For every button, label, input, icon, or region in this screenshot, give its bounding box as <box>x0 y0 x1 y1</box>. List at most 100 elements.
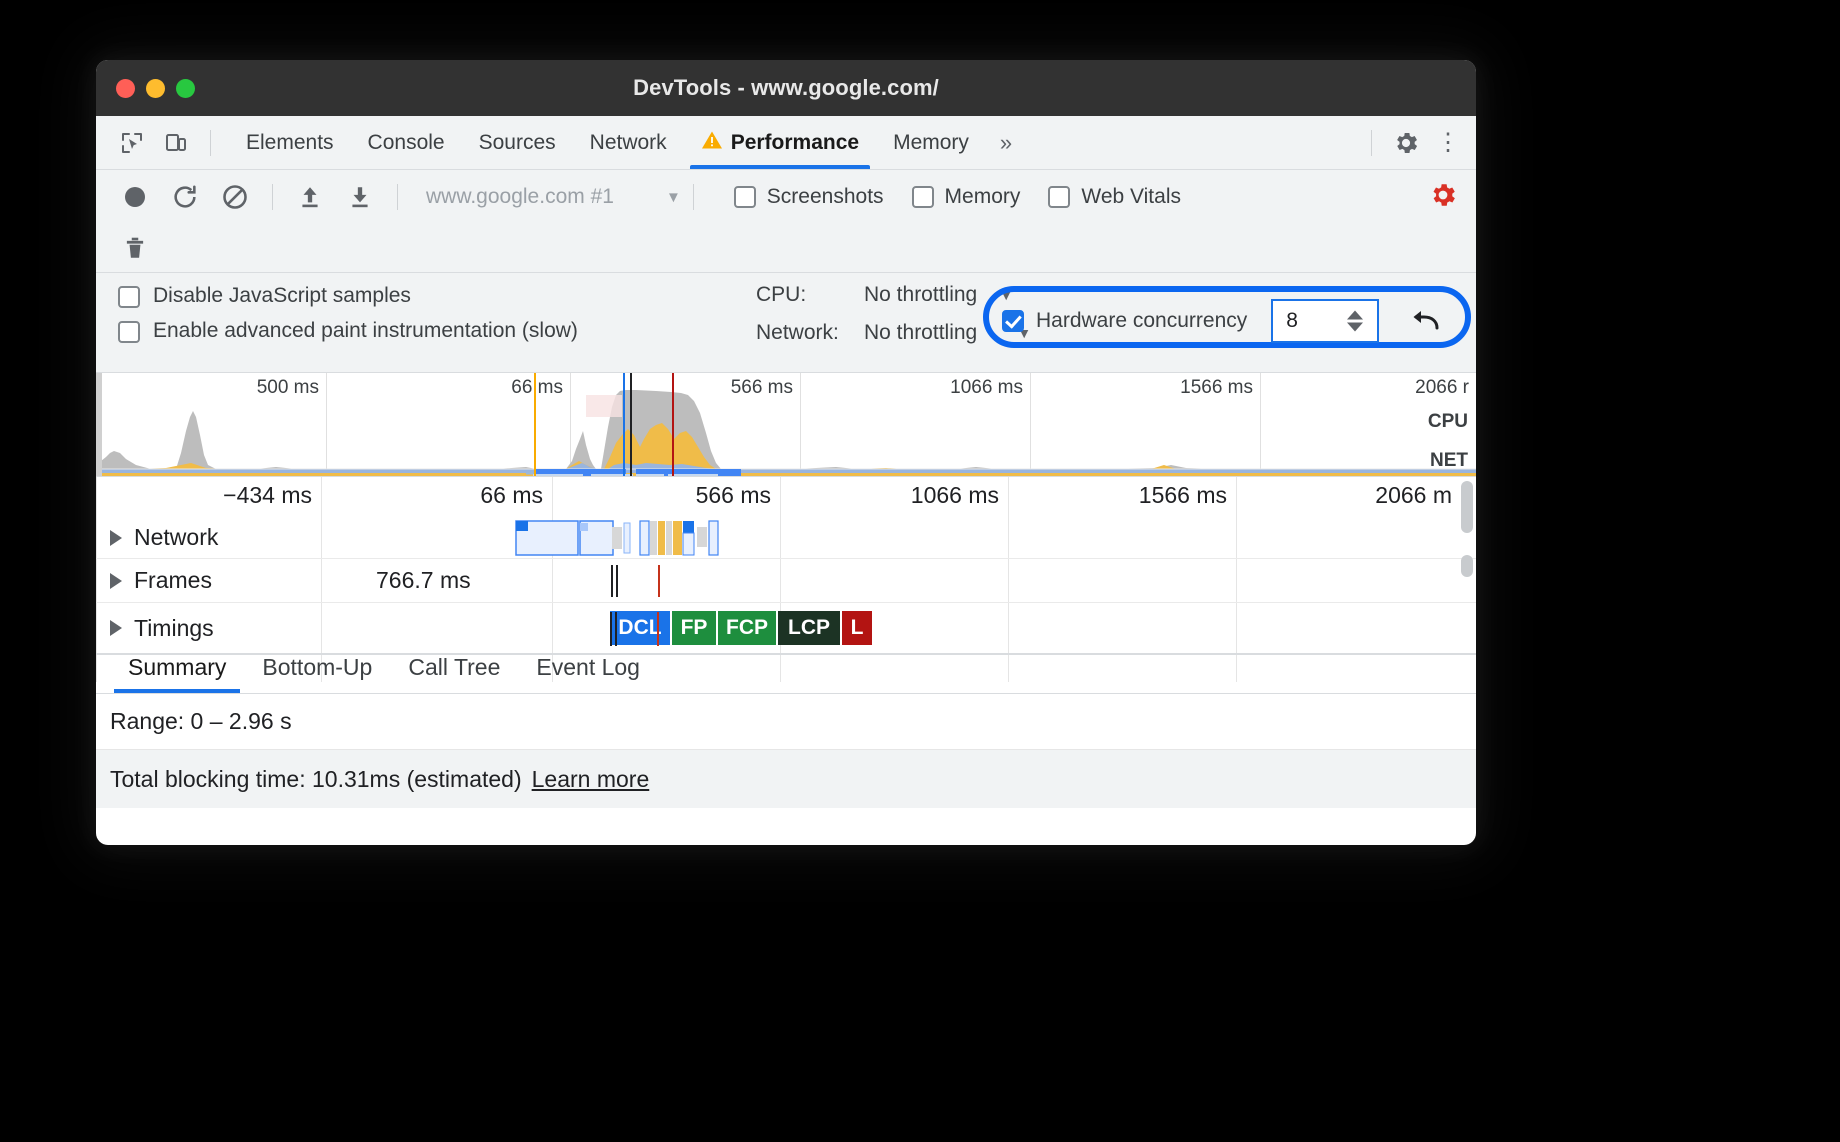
disable-js-samples-label: Disable JavaScript samples <box>153 283 411 310</box>
hardware-concurrency-value: 8 <box>1286 309 1298 333</box>
more-options-icon[interactable]: ⋮ <box>1428 128 1476 157</box>
network-throttling-value[interactable]: No throttling <box>864 321 977 345</box>
details-tab-summary[interactable]: Summary <box>110 642 244 693</box>
tab-sources[interactable]: Sources <box>462 116 573 169</box>
undo-arrow-icon[interactable] <box>1407 304 1443 339</box>
capture-settings-left: Disable JavaScript samples Enable advanc… <box>118 283 678 353</box>
tab-memory-label: Memory <box>893 131 969 155</box>
capture-settings-gear-icon[interactable] <box>1428 180 1458 215</box>
actions-divider <box>1371 130 1372 156</box>
timing-badge-fcp[interactable]: FCP <box>718 611 776 645</box>
timeline-tracks: −434 ms 66 ms 566 ms 1066 ms 1566 ms 206… <box>96 477 1476 642</box>
traffic-lights <box>116 79 195 98</box>
track-row-frames[interactable]: Frames 766.7 ms <box>96 559 1476 603</box>
window-titlebar: DevTools - www.google.com/ <box>96 60 1476 116</box>
maximize-button[interactable] <box>176 79 195 98</box>
minimize-button[interactable] <box>146 79 165 98</box>
record-toolbar-row-1: www.google.com #1 ▼ Screenshots Memory W… <box>110 170 1476 224</box>
total-blocking-time-label: Total blocking time: 10.31ms (estimated) <box>110 766 522 793</box>
tabbar-divider <box>210 130 211 156</box>
total-blocking-time-row: Total blocking time: 10.31ms (estimated)… <box>96 750 1476 808</box>
track-row-network[interactable]: Network <box>96 517 1476 559</box>
overview-marker-fp <box>534 373 536 476</box>
hardware-concurrency-input[interactable]: 8 <box>1271 299 1379 343</box>
overview-screenshot-strip <box>586 395 622 417</box>
clear-icon[interactable] <box>210 176 260 218</box>
timeline-tick-label-3: 1066 ms <box>911 482 999 509</box>
hardware-concurrency-checkbox[interactable] <box>1002 310 1024 332</box>
timeline-tick-label-1: 66 ms <box>480 482 543 509</box>
tab-sources-label: Sources <box>479 131 556 155</box>
close-button[interactable] <box>116 79 135 98</box>
tab-performance-label: Performance <box>731 131 859 155</box>
hardware-concurrency-label: Hardware concurrency <box>1036 309 1247 333</box>
screenshot-root: DevTools - www.google.com/ Elements Cons… <box>0 0 1840 1142</box>
details-tab-event-log[interactable]: Event Log <box>518 642 658 693</box>
upload-icon[interactable] <box>285 176 335 218</box>
tab-elements[interactable]: Elements <box>229 116 351 169</box>
web-vitals-checkbox-box[interactable] <box>1048 186 1070 208</box>
tab-network[interactable]: Network <box>573 116 684 169</box>
record-icon[interactable] <box>110 176 160 218</box>
timing-badge-load[interactable]: L <box>842 611 872 645</box>
window-title: DevTools - www.google.com/ <box>96 75 1476 101</box>
reload-record-icon[interactable] <box>160 176 210 218</box>
session-selector-label[interactable]: www.google.com #1 <box>426 185 614 209</box>
tracks-scrollbar-thumb-bottom[interactable] <box>1461 555 1473 577</box>
inspect-icon[interactable] <box>110 123 154 163</box>
timeline-overview[interactable]: 500 ms 66 ms 566 ms 1066 ms 1566 ms 2066… <box>96 373 1476 477</box>
tracks-scrollbar-thumb-top[interactable] <box>1461 481 1473 533</box>
web-vitals-checkbox[interactable]: Web Vitals <box>1048 185 1181 209</box>
session-dropdown-caret-icon[interactable]: ▼ <box>666 189 681 206</box>
overview-marker-lcp <box>630 373 632 476</box>
summary-range-row: Range: 0 – 2.96 s <box>96 694 1476 750</box>
tab-elements-label: Elements <box>246 131 334 155</box>
screenshots-checkbox[interactable]: Screenshots <box>734 185 884 209</box>
details-tab-call-tree[interactable]: Call Tree <box>390 642 518 693</box>
memory-checkbox[interactable]: Memory <box>912 185 1021 209</box>
advanced-paint-checkbox-box[interactable] <box>118 321 140 343</box>
advanced-paint-checkbox[interactable]: Enable advanced paint instrumentation (s… <box>118 318 678 345</box>
capture-settings-pane: Disable JavaScript samples Enable advanc… <box>96 273 1476 373</box>
cpu-throttling-value[interactable]: No throttling <box>864 283 977 307</box>
download-icon[interactable] <box>335 176 385 218</box>
stepper-down-icon[interactable] <box>1347 323 1363 332</box>
disable-js-samples-checkbox-box[interactable] <box>118 286 140 308</box>
overview-cpu-label: CPU <box>1428 411 1468 433</box>
screenshots-label: Screenshots <box>767 185 884 209</box>
timing-badge-fp[interactable]: FP <box>672 611 716 645</box>
hardware-concurrency-stepper[interactable] <box>1347 311 1363 332</box>
overview-left-handle[interactable] <box>96 373 102 476</box>
tab-memory[interactable]: Memory <box>876 116 986 169</box>
trash-icon[interactable] <box>110 227 160 269</box>
record-toolbar-row-2 <box>110 224 1476 272</box>
timeline-tick-label-5: 2066 m <box>1375 482 1452 509</box>
overview-net-label: NET <box>1430 450 1468 472</box>
summary-range-label: Range: 0 – 2.96 s <box>110 708 292 735</box>
more-tabs-icon[interactable]: » <box>986 130 1026 156</box>
details-tab-call-tree-label: Call Tree <box>408 654 500 681</box>
disable-js-samples-checkbox[interactable]: Disable JavaScript samples <box>118 283 678 310</box>
tab-console-label: Console <box>368 131 445 155</box>
screenshots-checkbox-box[interactable] <box>734 186 756 208</box>
memory-checkbox-box[interactable] <box>912 186 934 208</box>
timing-badge-lcp[interactable]: LCP <box>778 611 840 645</box>
stepper-up-icon[interactable] <box>1347 311 1363 320</box>
timeline-tick-label-0: −434 ms <box>223 482 312 509</box>
hardware-concurrency-control: Hardware concurrency 8 <box>1002 299 1443 343</box>
devtools-tabbar: Elements Console Sources Network <box>96 116 1476 170</box>
device-toolbar-icon[interactable] <box>154 123 198 163</box>
details-tab-bottom-up[interactable]: Bottom-Up <box>244 642 390 693</box>
tab-performance[interactable]: Performance <box>684 116 876 169</box>
timing-badge-dcl[interactable]: DCL <box>610 611 670 645</box>
tab-console[interactable]: Console <box>351 116 462 169</box>
overview-network-chart <box>96 373 1476 477</box>
frames-markers <box>96 559 1476 603</box>
memory-label: Memory <box>945 185 1021 209</box>
gear-icon[interactable] <box>1384 123 1428 163</box>
learn-more-link[interactable]: Learn more <box>532 766 650 793</box>
toolbar-divider-1 <box>272 184 273 210</box>
cpu-throttling-label: CPU: <box>756 283 864 307</box>
network-request-bars <box>96 517 1476 559</box>
timings-expander-icon[interactable] <box>110 620 122 636</box>
